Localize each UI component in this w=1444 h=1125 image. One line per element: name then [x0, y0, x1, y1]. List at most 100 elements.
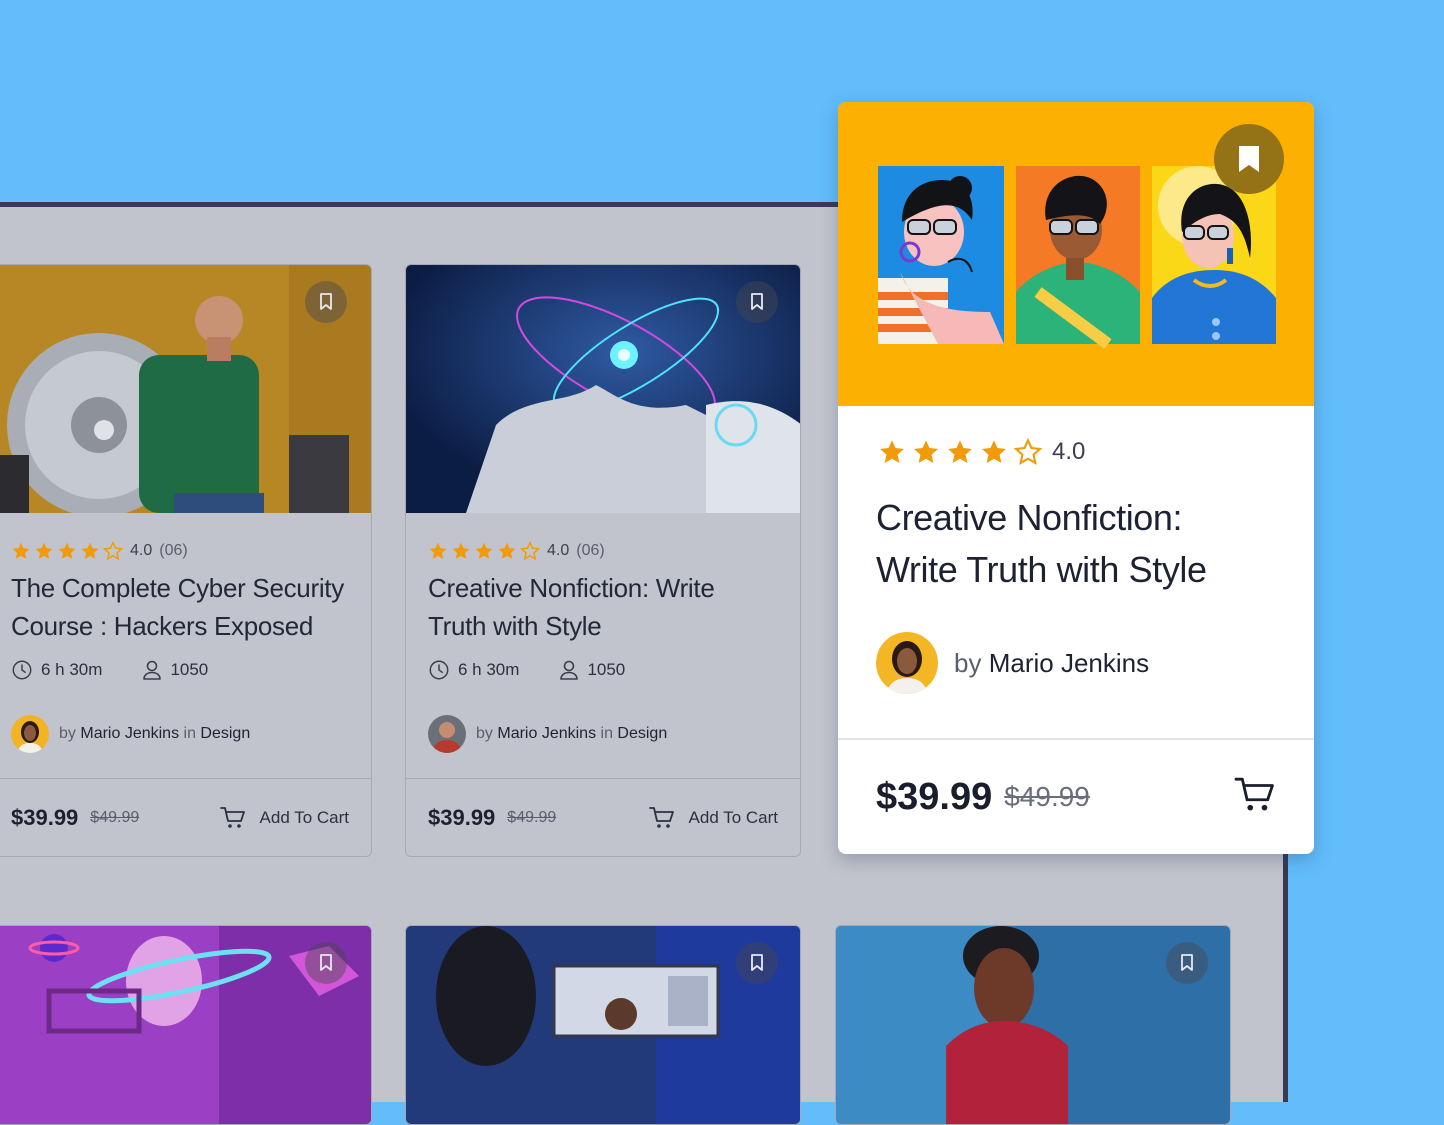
clock-icon — [429, 660, 449, 680]
star-icon — [58, 542, 76, 559]
price: $39.99 — [428, 804, 496, 830]
students: 1050 — [142, 659, 208, 681]
course-thumbnail[interactable] — [0, 265, 371, 513]
course-title-line: Creative Nonfiction: Write — [428, 573, 715, 603]
add-to-cart-label: Add To Cart — [259, 807, 349, 827]
old-price: $49.99 — [90, 808, 140, 826]
in-label: in — [600, 725, 613, 742]
course-title[interactable]: The Complete Cyber Security Course : Hac… — [11, 569, 361, 645]
bookmark-button[interactable] — [305, 942, 347, 984]
course-thumbnail[interactable] — [406, 265, 800, 513]
author-line: by Mario Jenkins in Design — [428, 715, 790, 753]
card-footer: $39.99 $49.99 Add To Cart — [0, 778, 371, 856]
cart-icon — [648, 806, 674, 828]
avatar[interactable] — [876, 632, 938, 694]
bookmark-button[interactable] — [305, 281, 347, 323]
course-meta: 6 h 30m 1050 — [428, 659, 790, 681]
star-icon — [35, 542, 53, 559]
user-icon — [143, 660, 162, 680]
bookmark-icon — [751, 954, 763, 971]
star-icon — [498, 542, 516, 559]
duration-value: 6 h 30m — [458, 660, 520, 679]
bookmark-icon — [320, 954, 332, 971]
avatar[interactable] — [428, 715, 466, 753]
author-name[interactable]: Mario Jenkins — [80, 725, 179, 742]
old-price: $49.99 — [507, 808, 557, 826]
rating-count: (06) — [576, 542, 605, 559]
course-thumbnail[interactable] — [406, 926, 800, 1124]
course-card[interactable] — [835, 925, 1231, 1125]
course-title-line: Write Truth with Style — [876, 549, 1207, 590]
star-icon — [880, 440, 904, 463]
by-label: by — [476, 725, 493, 742]
featured-thumbnail[interactable] — [838, 102, 1314, 406]
user-icon — [560, 660, 579, 680]
course-title[interactable]: Creative Nonfiction: Write Truth with St… — [428, 569, 790, 645]
bookmark-icon — [751, 293, 763, 310]
price: $39.99 — [876, 775, 993, 818]
course-card[interactable] — [0, 925, 372, 1125]
bookmark-icon — [1181, 954, 1193, 971]
rating-value: 4.0 — [547, 542, 570, 559]
star-icon — [429, 542, 447, 559]
star-icon — [81, 542, 99, 559]
course-title-line: The Complete Cyber Security — [11, 573, 344, 603]
bookmark-button[interactable] — [736, 942, 778, 984]
featured-course-card[interactable]: 4.0 Creative Nonfiction: Write Truth wit… — [838, 102, 1314, 854]
star-icon — [475, 542, 493, 559]
rating: 4.0 (06) — [11, 541, 361, 561]
category-link[interactable]: Design — [617, 725, 667, 742]
in-label: in — [183, 725, 196, 742]
illustration-panel — [878, 166, 1004, 344]
author-name[interactable]: Mario Jenkins — [497, 725, 596, 742]
bookmark-button[interactable] — [736, 281, 778, 323]
rating-count: (06) — [159, 542, 188, 559]
course-card[interactable]: 4.0 (06) Creative Nonfiction: Write Trut… — [405, 264, 801, 857]
by-label: by — [954, 647, 982, 678]
duration-value: 6 h 30m — [41, 660, 103, 679]
course-meta: 6 h 30m 1050 — [11, 659, 361, 681]
course-thumbnail[interactable] — [0, 926, 371, 1124]
course-card[interactable] — [405, 925, 801, 1125]
star-icon — [452, 542, 470, 559]
add-to-cart-label: Add To Cart — [688, 807, 778, 827]
rating-value: 4.0 — [130, 542, 153, 559]
star-icon — [914, 440, 938, 463]
bookmark-button[interactable] — [1166, 942, 1208, 984]
by-label: by — [59, 725, 76, 742]
cart-icon — [219, 806, 245, 828]
course-title-line: Course : Hackers Exposed — [11, 611, 314, 641]
star-icon — [12, 542, 30, 559]
avatar[interactable] — [11, 715, 49, 753]
author-name[interactable]: Mario Jenkins — [989, 648, 1149, 678]
bookmark-icon — [1239, 146, 1259, 172]
bookmark-button[interactable] — [1214, 124, 1284, 194]
star-outline-icon — [1014, 438, 1042, 466]
add-to-cart-button[interactable]: Add To Cart — [648, 806, 778, 830]
add-to-cart-button[interactable]: Add To Cart — [219, 806, 349, 830]
rating-value: 4.0 — [1052, 438, 1086, 465]
add-to-cart-button[interactable] — [1234, 776, 1276, 819]
author-line: by Mario Jenkins in Design — [11, 715, 361, 753]
course-title[interactable]: Creative Nonfiction: Write Truth with St… — [876, 492, 1276, 596]
rating: 4.0 (06) — [428, 541, 790, 561]
course-body: 4.0 (06) Creative Nonfiction: Write Trut… — [428, 541, 790, 753]
course-title-line: Truth with Style — [428, 611, 602, 641]
illustration-panel — [1016, 166, 1140, 349]
price: $39.99 — [11, 804, 79, 830]
old-price: $49.99 — [1004, 781, 1090, 812]
course-thumbnail[interactable] — [836, 926, 1230, 1124]
star-outline-icon — [103, 541, 123, 561]
students-value: 1050 — [587, 660, 626, 679]
star-icon — [982, 440, 1006, 463]
rating: 4.0 — [878, 438, 1085, 466]
course-title-line: Creative Nonfiction: — [876, 497, 1183, 538]
card-footer: $39.99 $49.99 — [838, 738, 1314, 854]
course-card[interactable]: 4.0 (06) The Complete Cyber Security Cou… — [0, 264, 372, 857]
star-icon — [948, 440, 972, 463]
bookmark-icon — [320, 293, 332, 310]
star-outline-icon — [520, 541, 540, 561]
category-link[interactable]: Design — [200, 725, 250, 742]
students-value: 1050 — [170, 660, 209, 679]
duration: 6 h 30m — [428, 659, 519, 681]
